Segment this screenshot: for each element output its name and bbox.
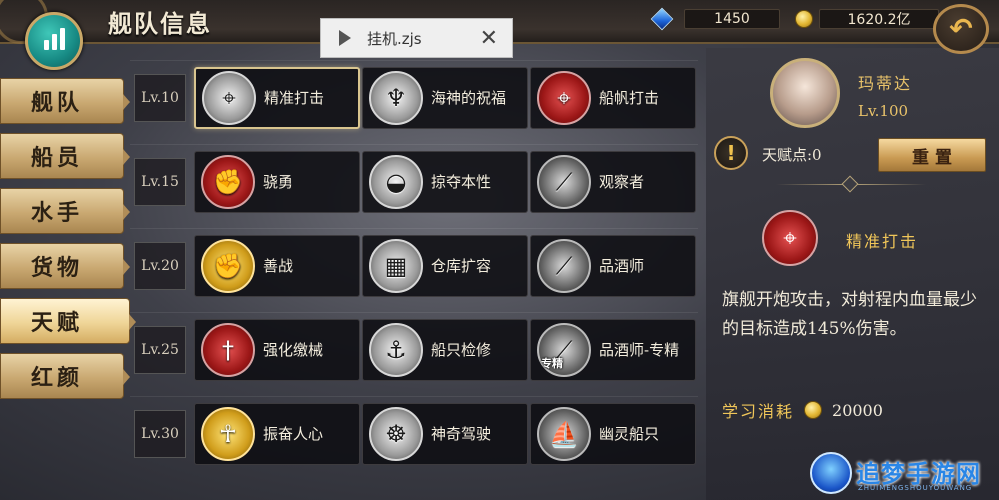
talent-label: 品酒师	[599, 256, 645, 275]
talent-row-lv25: Lv.25 † 强化缴械 ⚓ 船只检修 ⟋ 专精 品酒师-专精	[130, 312, 698, 396]
coin-icon	[804, 401, 823, 419]
page-title: 舰队信息	[108, 9, 212, 38]
close-icon[interactable]: ✕	[480, 26, 498, 51]
level-label: Lv.30	[134, 410, 186, 458]
learning-cost: 学习消耗 20000	[722, 398, 883, 422]
sea-god-icon: ♆	[369, 71, 423, 125]
cost-value: 20000	[832, 400, 883, 420]
back-button[interactable]: ↶	[933, 4, 989, 54]
dagger-icon: †	[201, 323, 255, 377]
coin-amount: 1620.2亿	[819, 9, 939, 29]
cheer-figure-icon: ☥	[201, 407, 255, 461]
talent-label: 精准打击	[264, 88, 325, 107]
wine-bottle-icon: ⟋	[537, 239, 591, 293]
talent-label: 船只检修	[431, 340, 492, 359]
talent-ship-repair[interactable]: ⚓ 船只检修	[362, 319, 528, 381]
talent-row-lv10: Lv.10 ⌖ 精准打击 ♆ 海神的祝福 ⌖ 船帆打击	[130, 60, 698, 144]
coin-icon	[795, 10, 813, 28]
talent-enhanced-disarm[interactable]: † 强化缴械	[194, 319, 360, 381]
talent-plunder-nature[interactable]: ◒ 掠夺本性	[362, 151, 528, 213]
talent-label: 神奇驾驶	[431, 424, 492, 443]
talent-detail-panel: 玛蒂达 Lv.100 ! 天赋点:0 重置 ⌖ 精准打击 旗舰开炮攻击，对射程内…	[706, 48, 999, 500]
talent-grid: Lv.10 ⌖ 精准打击 ♆ 海神的祝福 ⌖ 船帆打击 Lv.15 ✊ 骁勇 ◒…	[130, 60, 698, 480]
talent-warehouse-expansion[interactable]: ▦ 仓库扩容	[362, 235, 528, 297]
coin-counter: 1620.2亿	[795, 8, 939, 30]
talent-row-lv30: Lv.30 ☥ 振奋人心 ☸ 神奇驾驶 ⛵ 幽灵船只	[130, 396, 698, 480]
talent-label: 海神的祝福	[431, 88, 507, 107]
talent-label: 掠夺本性	[431, 172, 492, 191]
selected-talent-name: 精准打击	[846, 232, 919, 251]
bar-chart-icon-bar	[59, 28, 65, 50]
talent-ghost-ship[interactable]: ⛵ 幽灵船只	[530, 403, 696, 465]
tab-sailors[interactable]: 水手	[0, 188, 130, 234]
talent-row-lv15: Lv.15 ✊ 骁勇 ◒ 掠夺本性 ⟋ 观察者	[130, 144, 698, 228]
character-avatar[interactable]	[770, 58, 840, 128]
watermark-logo-icon	[810, 452, 852, 494]
level-label: Lv.15	[134, 158, 186, 206]
crates-icon: ▦	[369, 239, 423, 293]
talent-label: 观察者	[599, 172, 645, 191]
level-label: Lv.25	[134, 326, 186, 374]
character-level: Lv.100	[858, 102, 909, 120]
script-filename: 挂机.zjs	[367, 29, 422, 48]
ghost-ship-icon: ⛵	[537, 407, 591, 461]
talent-precision-strike[interactable]: ⌖ 精准打击	[194, 67, 360, 129]
talent-label: 强化缴械	[263, 340, 324, 359]
fist-icon: ✊	[201, 239, 255, 293]
talent-label: 仓库扩容	[431, 256, 492, 275]
tab-talent[interactable]: 天赋	[0, 298, 136, 344]
talent-label: 品酒师-专精	[599, 340, 680, 359]
talent-sommelier-mastery[interactable]: ⟋ 专精 品酒师-专精	[530, 319, 696, 381]
sail-target-icon: ⌖	[537, 71, 591, 125]
telescope-icon: ⟋	[537, 155, 591, 209]
tab-crew[interactable]: 船员	[0, 133, 130, 179]
tab-cargo[interactable]: 货物	[0, 243, 130, 289]
character-name: 玛蒂达	[858, 74, 913, 93]
talent-sommelier[interactable]: ⟋ 品酒师	[530, 235, 696, 297]
level-label: Lv.10	[134, 74, 186, 122]
script-toast: 挂机.zjs ✕	[320, 18, 513, 58]
talent-label: 骁勇	[263, 172, 294, 191]
fist-icon: ✊	[201, 155, 255, 209]
bar-chart-icon-bar	[51, 34, 57, 50]
play-icon[interactable]	[339, 30, 351, 46]
divider-ornament	[841, 175, 859, 193]
talent-sail-strike[interactable]: ⌖ 船帆打击	[530, 67, 696, 129]
talent-miracle-steering[interactable]: ☸ 神奇驾驶	[362, 403, 528, 465]
reset-button[interactable]: 重置	[878, 138, 986, 172]
talent-description: 旗舰开炮攻击，对射程内血量最少的目标造成145%伤害。	[722, 290, 977, 339]
talent-sea-god-blessing[interactable]: ♆ 海神的祝福	[362, 67, 528, 129]
exclamation-icon[interactable]: !	[714, 136, 748, 170]
loot-bowl-icon: ◒	[369, 155, 423, 209]
talent-label: 善战	[263, 256, 294, 275]
watermark-subtext: ZHUIMENGSHOUYOUWANG	[858, 484, 973, 492]
ship-wheel-icon: ☸	[369, 407, 423, 461]
tab-beauty[interactable]: 红颜	[0, 353, 130, 399]
gem-amount: 1450	[684, 9, 780, 29]
talent-label: 振奋人心	[263, 424, 324, 443]
gem-counter: 1450	[650, 7, 780, 31]
talent-row-lv20: Lv.20 ✊ 善战 ▦ 仓库扩容 ⟋ 品酒师	[130, 228, 698, 312]
talent-label: 船帆打击	[599, 88, 660, 107]
wine-bottle-icon: ⟋ 专精	[537, 323, 591, 377]
gem-icon	[650, 7, 674, 31]
talent-warlike[interactable]: ✊ 善战	[194, 235, 360, 297]
undo-arrow-icon: ↶	[949, 12, 973, 45]
bar-chart-icon	[43, 40, 49, 50]
crosshair-icon: ⌖	[202, 71, 256, 125]
cost-label: 学习消耗	[722, 402, 795, 421]
tab-fleet[interactable]: 舰队	[0, 78, 130, 124]
mastery-badge: 专精	[541, 357, 563, 370]
talent-label: 幽灵船只	[599, 424, 660, 443]
talent-inspiring[interactable]: ☥ 振奋人心	[194, 403, 360, 465]
level-label: Lv.20	[134, 242, 186, 290]
crosshair-icon: ⌖	[762, 210, 818, 266]
talent-observer[interactable]: ⟋ 观察者	[530, 151, 696, 213]
talent-points: 天赋点:0	[762, 146, 822, 164]
talent-valor[interactable]: ✊ 骁勇	[194, 151, 360, 213]
stats-button[interactable]	[25, 12, 83, 70]
side-tabs: 舰队 船员 水手 货物 天赋 红颜	[0, 78, 136, 408]
ship-repair-icon: ⚓	[369, 323, 423, 377]
